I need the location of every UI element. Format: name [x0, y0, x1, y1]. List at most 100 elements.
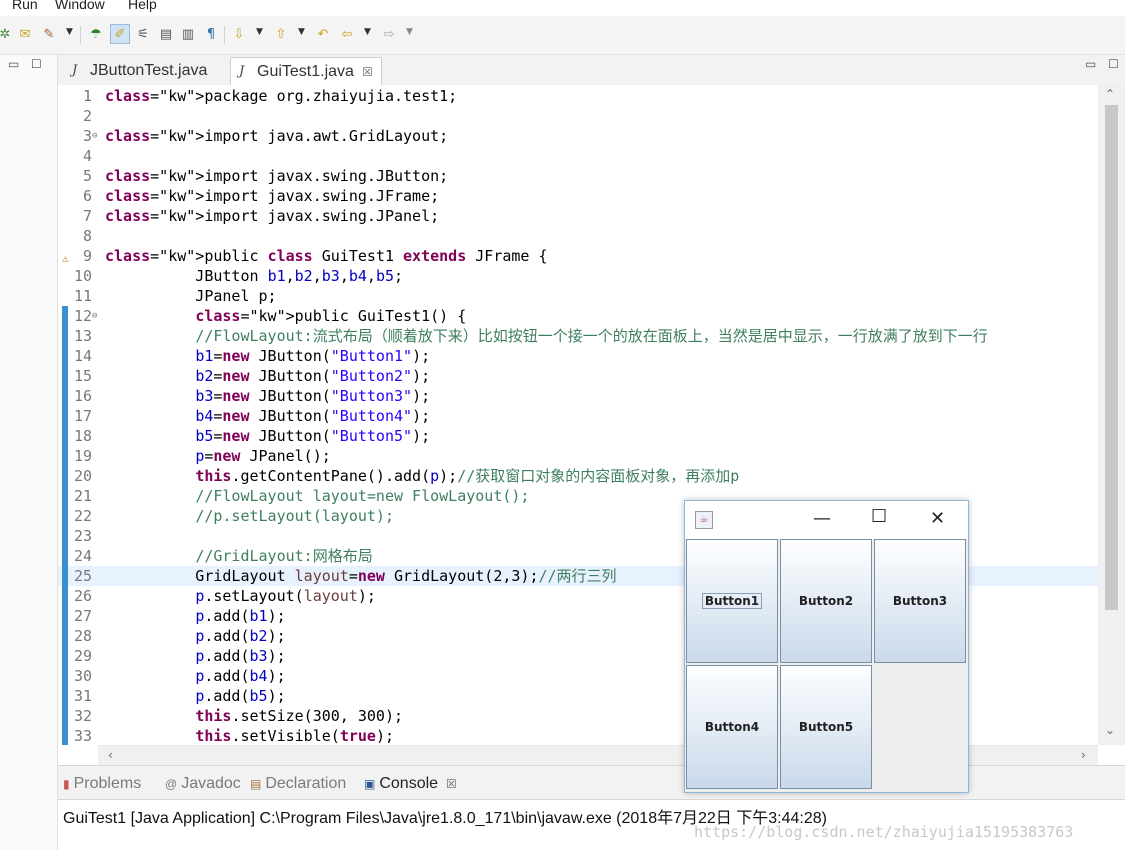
next-annotation-icon[interactable]: ⇩	[230, 25, 248, 43]
button3[interactable]: Button3	[874, 539, 966, 663]
line-number: 10	[73, 267, 92, 285]
java-app-icon: ☕	[695, 511, 713, 529]
code-line[interactable]: 6 class="kw">import javax.swing.JFrame;	[58, 186, 1098, 206]
run-last-icon[interactable]: ✎	[40, 25, 58, 43]
tab-label: Javadoc	[181, 775, 241, 792]
mark-occurrences-icon[interactable]: ✐	[110, 24, 130, 44]
code-line[interactable]: 5 class="kw">import javax.swing.JButton;	[58, 166, 1098, 186]
close-icon[interactable]: ☒	[446, 777, 457, 791]
back-icon[interactable]: ⇦	[338, 25, 356, 43]
new-java-icon[interactable]: ☂	[87, 25, 105, 43]
code-line[interactable]: 14 b1=new JButton("Button1");	[58, 346, 1098, 366]
minimize-icon[interactable]: ▭	[1085, 57, 1096, 71]
menu-window[interactable]: Window	[55, 0, 105, 12]
toolbar: ✲ ✉ ✎ ▼ ☂ ✐ ⚟ ▤ ▥ ¶ ⇩ ▼ ⇧ ▼ ↶ ⇦ ▼ ⇨ ▼	[0, 16, 1125, 55]
maximize-icon[interactable]: ☐	[871, 506, 887, 527]
tab-console[interactable]: ▣ Console ☒	[364, 775, 457, 793]
code-line[interactable]: 18 b5=new JButton("Button5");	[58, 426, 1098, 446]
code-line[interactable]: 13 //FlowLayout:流式布局（顺着放下来）比如按钮一个接一个的放在面…	[58, 326, 1098, 346]
maximize-icon[interactable]: ☐	[31, 57, 42, 71]
line-number: 16	[73, 387, 92, 405]
button-label: Button4	[704, 720, 760, 734]
scroll-left-icon[interactable]: ‹	[108, 748, 113, 762]
chevron-down-icon[interactable]: ▼	[364, 27, 371, 37]
vertical-scrollbar[interactable]: ⌃ ⌄	[1098, 85, 1125, 745]
maximize-icon[interactable]: ☐	[1108, 57, 1119, 71]
swing-frame-window[interactable]: ☕ — ☐ ✕ Button1 Button2 Button3 Button4 …	[684, 500, 969, 793]
open-type-icon[interactable]: ✉	[16, 25, 34, 43]
code-line[interactable]: 17 b4=new JButton("Button4");	[58, 406, 1098, 426]
line-number: 22	[73, 507, 92, 525]
code-text: class="kw">import javax.swing.JFrame;	[105, 187, 440, 205]
code-line[interactable]: 12 ⊖ class="kw">public GuiTest1() {	[58, 306, 1098, 326]
minimize-icon[interactable]: ▭	[8, 57, 19, 71]
code-line[interactable]: 3 ⊖ class="kw">import java.awt.GridLayout;	[58, 126, 1098, 146]
button2[interactable]: Button2	[780, 539, 872, 663]
fold-icon[interactable]: ⊖	[92, 126, 97, 146]
menu-bar: Run Window Help	[0, 0, 1125, 16]
toggle-block-icon[interactable]: ⚟	[134, 25, 152, 43]
code-line[interactable]: 4	[58, 146, 1098, 166]
menu-run[interactable]: Run	[12, 0, 38, 12]
scroll-right-icon[interactable]: ›	[1081, 748, 1086, 762]
code-line[interactable]: 10 JButton b1,b2,b3,b4,b5;	[58, 266, 1098, 286]
line-number: 6	[82, 187, 92, 205]
code-text: class="kw">import javax.swing.JPanel;	[105, 207, 440, 225]
code-text: b4=new JButton("Button4");	[195, 407, 431, 425]
prev-annotation-icon[interactable]: ⇧	[272, 25, 290, 43]
code-line[interactable]: 19 p=new JPanel();	[58, 446, 1098, 466]
line-number: 12	[73, 307, 92, 325]
code-text: b2=new JButton("Button2");	[195, 367, 431, 385]
line-number: 20	[73, 467, 92, 485]
tab-javadoc[interactable]: @ Javadoc	[165, 775, 241, 793]
code-line[interactable]: 2	[58, 106, 1098, 126]
tab-label: Declaration	[265, 775, 347, 792]
code-line[interactable]: 16 b3=new JButton("Button3");	[58, 386, 1098, 406]
button5[interactable]: Button5	[780, 665, 872, 789]
tab-jbuttontest[interactable]: J JButtonTest.java	[64, 57, 215, 84]
chevron-down-icon[interactable]: ▼	[406, 27, 413, 37]
chevron-down-icon[interactable]: ▼	[256, 27, 263, 37]
console-icon: ▣	[364, 777, 376, 791]
code-line[interactable]: 20 this.getContentPane().add(p);//获取窗口对象…	[58, 466, 1098, 486]
line-number: 27	[73, 607, 92, 625]
scroll-down-icon[interactable]: ⌄	[1105, 723, 1115, 737]
button4[interactable]: Button4	[686, 665, 778, 789]
window-title-bar[interactable]: ☕ — ☐ ✕	[685, 501, 968, 539]
minimize-icon[interactable]: —	[813, 508, 831, 529]
scroll-thumb[interactable]	[1105, 105, 1118, 610]
button1[interactable]: Button1	[686, 539, 778, 663]
line-number: 29	[73, 647, 92, 665]
tab-guitest1[interactable]: J GuiTest1.java ☒	[230, 57, 382, 85]
word-wrap-icon[interactable]: ▥	[179, 25, 197, 43]
code-text: class="kw">package org.zhaiyujia.test1;	[105, 87, 458, 105]
code-line[interactable]: 11 JPanel p;	[58, 286, 1098, 306]
close-icon[interactable]: ☒	[362, 65, 373, 79]
tab-label: JButtonTest.java	[90, 61, 208, 79]
debug-icon[interactable]: ✲	[0, 25, 14, 43]
forward-icon[interactable]: ⇨	[380, 25, 398, 43]
line-number: 25	[73, 567, 92, 585]
code-line[interactable]: 8	[58, 226, 1098, 246]
code-text: //GridLayout:网格布局	[195, 547, 373, 565]
code-line[interactable]: 15 b2=new JButton("Button2");	[58, 366, 1098, 386]
tab-declaration[interactable]: ▤ Declaration	[250, 775, 346, 793]
chevron-down-icon[interactable]: ▼	[66, 27, 73, 37]
chevron-down-icon[interactable]: ▼	[298, 27, 305, 37]
code-text: b3=new JButton("Button3");	[195, 387, 431, 405]
code-line[interactable]: 7 class="kw">import javax.swing.JPanel;	[58, 206, 1098, 226]
code-line[interactable]: 1 class="kw">package org.zhaiyujia.test1;	[58, 86, 1098, 106]
close-icon[interactable]: ✕	[930, 508, 945, 529]
line-number: 24	[73, 547, 92, 565]
code-line[interactable]: ⚠ 9 class="kw">public class GuiTest1 exten…	[58, 246, 1098, 266]
tab-problems[interactable]: ▮ Problems	[63, 775, 141, 793]
code-text: b1=new JButton("Button1");	[195, 347, 431, 365]
line-number: 5	[82, 167, 92, 185]
show-whitespace-icon[interactable]: ▤	[157, 25, 175, 43]
fold-icon[interactable]: ⊖	[92, 306, 97, 326]
scroll-up-icon[interactable]: ⌃	[1105, 87, 1115, 101]
menu-help[interactable]: Help	[128, 0, 157, 12]
last-edit-icon[interactable]: ↶	[314, 25, 332, 43]
code-text: class="kw">public class GuiTest1 extends…	[105, 247, 548, 265]
pilcrow-icon[interactable]: ¶	[202, 25, 220, 43]
